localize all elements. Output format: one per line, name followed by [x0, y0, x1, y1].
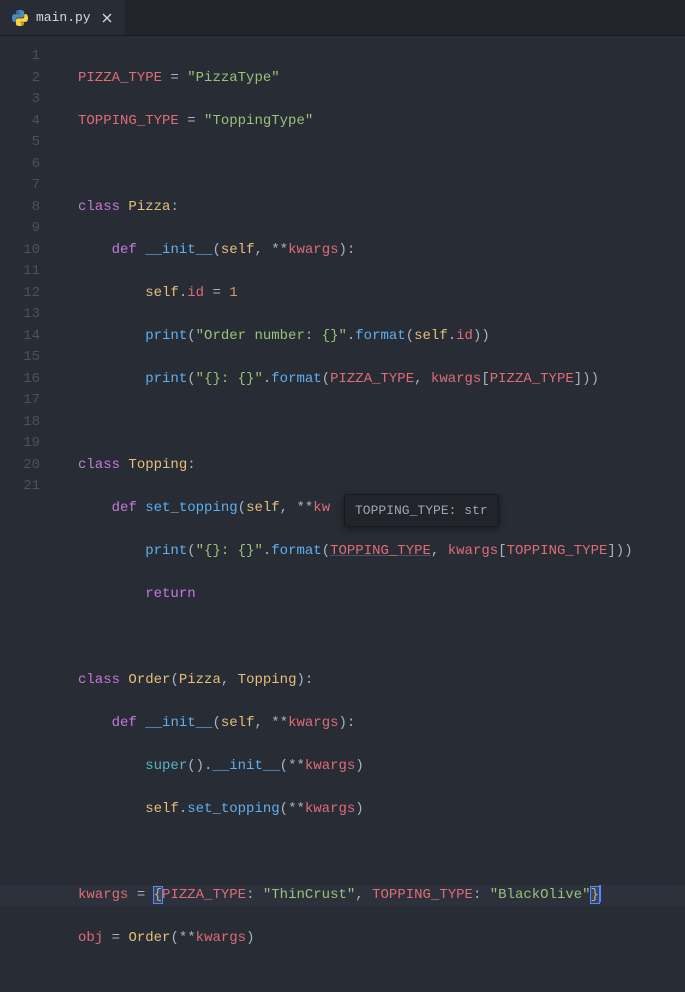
line-number: 6: [0, 154, 58, 176]
code-line: def __init__(self, **kwargs):: [78, 240, 685, 262]
code-line: PIZZA_TYPE = "PizzaType": [78, 68, 685, 90]
code-line: class Pizza:: [78, 197, 685, 219]
code-area[interactable]: PIZZA_TYPE = "PizzaType" TOPPING_TYPE = …: [58, 36, 685, 509]
code-line: print("{}: {}".format(TOPPING_TYPE, kwar…: [78, 541, 685, 563]
tab-bar: main.py: [0, 0, 685, 36]
line-number-gutter: 1 2 3 4 5 6 7 8 9 10 11 12 13 14 15 16 1…: [0, 36, 58, 509]
line-number: 13: [0, 304, 58, 326]
line-number: 19: [0, 433, 58, 455]
code-line: return: [78, 584, 685, 606]
code-line: class Order(Pizza, Topping):: [78, 670, 685, 692]
line-number: 5: [0, 132, 58, 154]
line-number: 9: [0, 218, 58, 240]
code-line: [78, 412, 685, 434]
code-line: self.id = 1: [78, 283, 685, 305]
line-number: 14: [0, 326, 58, 348]
line-number: 11: [0, 261, 58, 283]
code-line: [78, 627, 685, 649]
code-line: obj = Order(**kwargs): [78, 928, 685, 950]
tab-main-py[interactable]: main.py: [0, 0, 125, 35]
line-number: 10: [0, 240, 58, 262]
code-line: kwargs = {PIZZA_TYPE: "ThinCrust", TOPPI…: [78, 885, 685, 907]
line-number: 7: [0, 175, 58, 197]
code-line: def __init__(self, **kwargs):: [78, 713, 685, 735]
code-line: def set_topping(self, **kwTOPPING_TYPE: …: [78, 498, 685, 520]
editor[interactable]: 1 2 3 4 5 6 7 8 9 10 11 12 13 14 15 16 1…: [0, 36, 685, 509]
code-line: super().__init__(**kwargs): [78, 756, 685, 778]
code-line: [78, 154, 685, 176]
text-cursor: [599, 885, 601, 902]
line-number: 12: [0, 283, 58, 305]
line-number: 15: [0, 347, 58, 369]
code-line: [78, 842, 685, 864]
python-icon: [12, 10, 28, 26]
close-icon[interactable]: [99, 10, 115, 26]
line-number: 1: [0, 46, 58, 68]
code-line: self.set_topping(**kwargs): [78, 799, 685, 821]
line-number: 3: [0, 89, 58, 111]
line-number: 18: [0, 412, 58, 434]
line-number: 2: [0, 68, 58, 90]
code-line: print("{}: {}".format(PIZZA_TYPE, kwargs…: [78, 369, 685, 391]
line-number: 21: [0, 476, 58, 498]
code-line: TOPPING_TYPE = "ToppingType": [78, 111, 685, 133]
code-line: print("Order number: {}".format(self.id)…: [78, 326, 685, 348]
line-number: 17: [0, 390, 58, 412]
line-number: 4: [0, 111, 58, 133]
line-number: 16: [0, 369, 58, 391]
code-line: class Topping:: [78, 455, 685, 477]
line-number: 20: [0, 455, 58, 477]
parameter-hint-popup: TOPPING_TYPE: str: [344, 494, 499, 528]
line-number: 8: [0, 197, 58, 219]
tab-filename: main.py: [36, 10, 91, 25]
